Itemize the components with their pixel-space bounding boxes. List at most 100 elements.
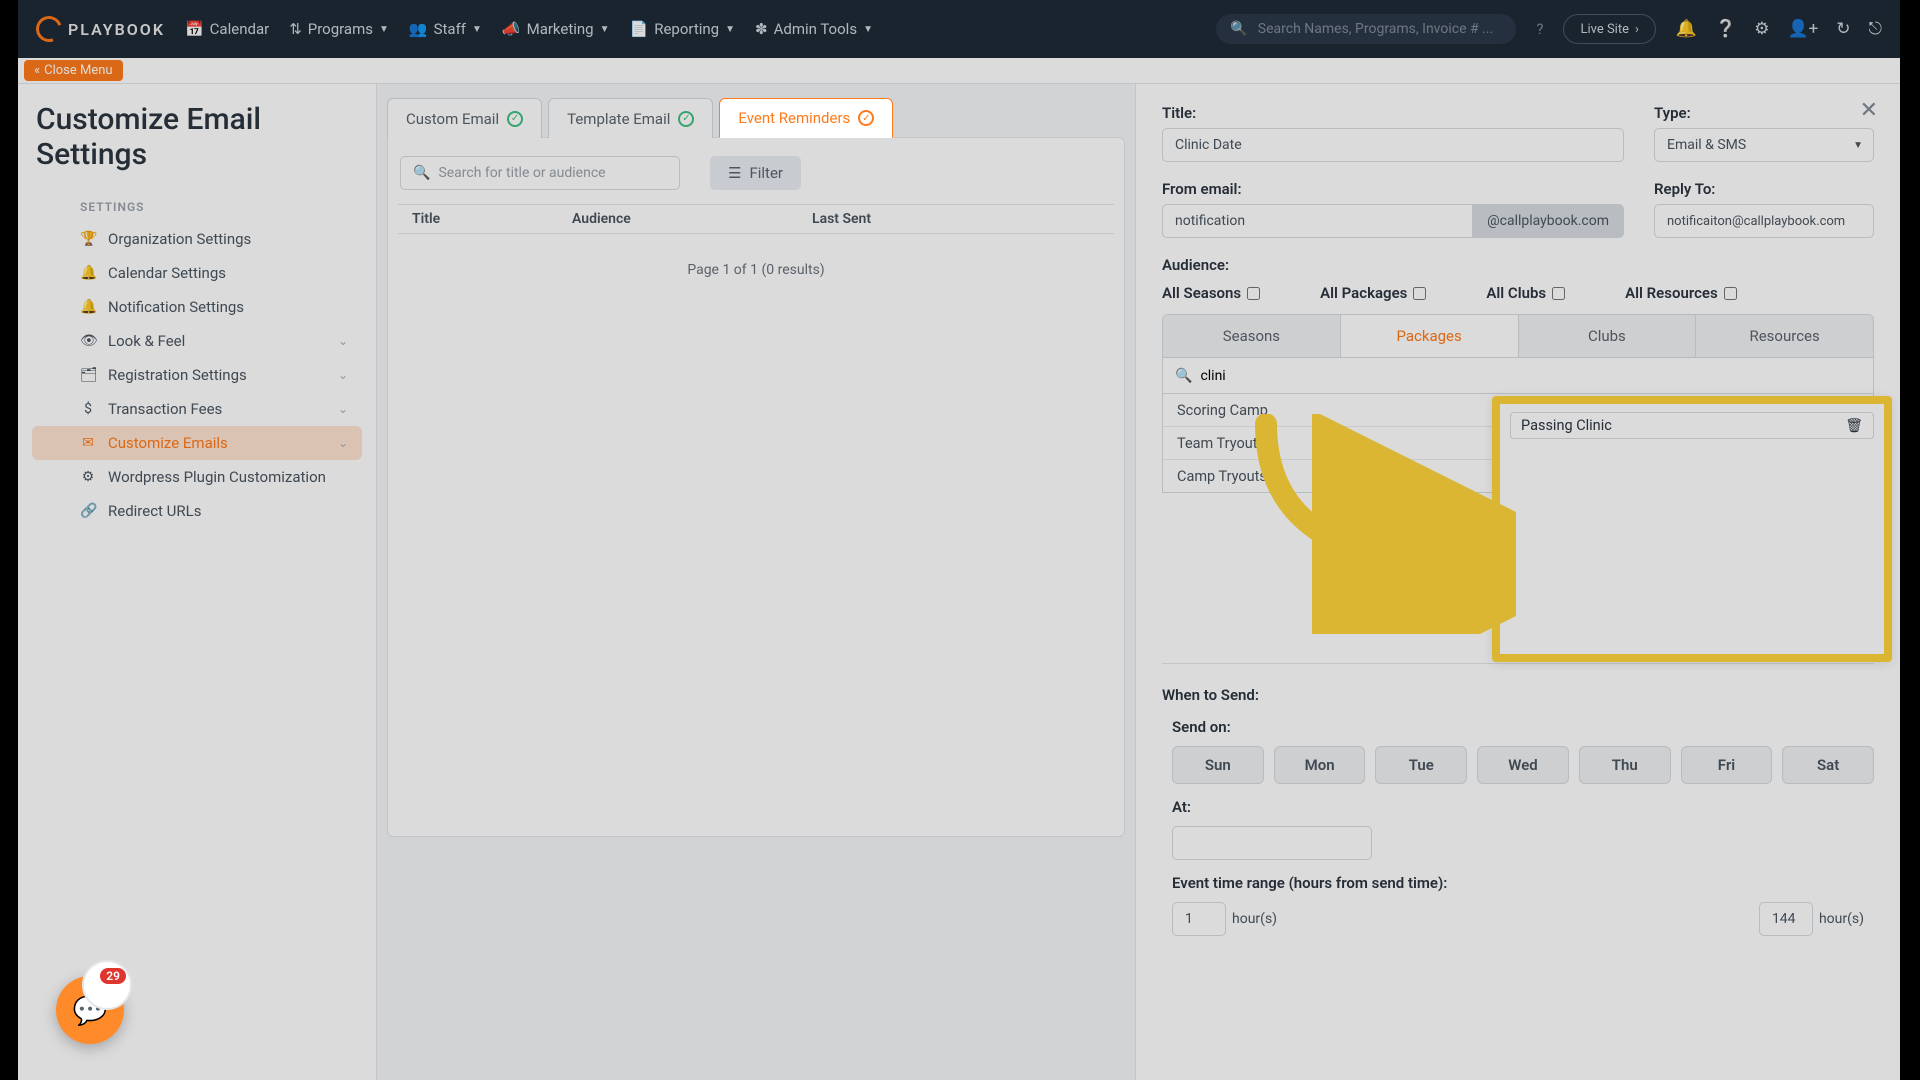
history-icon[interactable]: ↻ [1836,19,1850,39]
checkbox[interactable] [1247,287,1260,300]
audience-tab-resources[interactable]: Resources [1696,315,1873,357]
page-title: Customize Email Settings [32,102,362,172]
title-input[interactable] [1162,128,1624,162]
add-user-icon[interactable]: 👤+ [1787,19,1818,39]
bell-icon[interactable]: 🔔 [1676,19,1697,39]
email-type-tabs: Custom Email✓Template Email✓Event Remind… [377,84,1135,138]
title-label: Title: [1162,104,1624,122]
day-button-sat[interactable]: Sat [1782,746,1874,784]
range-to-input[interactable] [1759,902,1813,936]
check-circle-icon: ✓ [858,110,874,126]
nav-programs[interactable]: ⇅ Programs▼ [289,20,389,38]
audience-search[interactable]: 🔍 [1162,358,1874,394]
logout-icon[interactable]: ⎋ [1869,19,1882,39]
day-button-wed[interactable]: Wed [1477,746,1569,784]
sidebar-item-look-&-feel[interactable]: 👁Look & Feel⌄ [32,324,362,358]
audience-tab-seasons[interactable]: Seasons [1163,315,1341,357]
day-button-thu[interactable]: Thu [1579,746,1671,784]
from-email-input[interactable] [1162,204,1473,238]
send-on-label: Send on: [1172,718,1874,736]
at-time-input[interactable] [1172,826,1372,860]
brand-logo[interactable]: PLAYBOOK [36,16,165,42]
audience-check-all-clubs[interactable]: All Clubs [1486,284,1565,302]
day-button-tue[interactable]: Tue [1375,746,1467,784]
sidebar-item-wordpress-plugin-customization[interactable]: ⚙ Wordpress Plugin Customization [32,460,362,494]
gear-icon[interactable]: ⚙ [1754,19,1769,39]
type-label: Type: [1654,104,1874,122]
sidebar-icon: $ [80,401,96,417]
range-from-input[interactable] [1172,902,1226,936]
nav-staff[interactable]: 👥 Staff▼ [409,20,482,38]
sidebar-item-transaction-fees[interactable]: $Transaction Fees⌄ [32,392,362,426]
audience-tab-clubs[interactable]: Clubs [1519,315,1697,357]
tab-event-reminders[interactable]: Event Reminders✓ [719,98,893,138]
sidebar-item-label: Calendar Settings [108,264,226,282]
live-site-button[interactable]: Live Site › [1563,14,1655,44]
sidebar-icon: 🔗 [80,503,96,519]
time-range-label: Event time range (hours from send time): [1172,874,1874,892]
chat-widget[interactable]: 29 💬 [56,976,124,1044]
pager-text: Page 1 of 1 (0 results) [398,234,1114,306]
global-search[interactable]: 🔍 Search Names, Programs, Invoice # ... [1216,14,1516,44]
search-icon: 🔍 [1230,21,1247,37]
list-pane: Custom Email✓Template Email✓Event Remind… [377,84,1135,1080]
close-menu-button[interactable]: « Close Menu [24,60,123,81]
tab-template-email[interactable]: Template Email✓ [548,98,713,138]
nav-admin-tools[interactable]: ✽ Admin Tools▼ [755,20,873,38]
day-button-sun[interactable]: Sun [1172,746,1264,784]
list-search-input[interactable]: 🔍 Search for title or audience [400,156,680,190]
nav-reporting[interactable]: 📄 Reporting▼ [630,20,735,38]
checkbox[interactable] [1413,287,1426,300]
detail-pane: ✕ Title: Type: Email & SMS▼ [1135,84,1900,1080]
brand-text: PLAYBOOK [68,20,165,39]
day-button-fri[interactable]: Fri [1681,746,1773,784]
help-circle-icon[interactable]: ? [1536,20,1543,38]
trash-icon[interactable]: 🗑 [1845,418,1863,434]
selected-package-label: Passing Clinic [1521,417,1612,434]
sidebar-icon: 🔔 [80,265,96,281]
day-button-mon[interactable]: Mon [1274,746,1366,784]
filter-icon: ☰ [728,164,741,182]
sidebar-item-customize-emails[interactable]: ✉Customize Emails⌄ [32,426,362,460]
checkbox[interactable] [1552,287,1565,300]
nav-calendar[interactable]: 📅 Calendar [185,20,269,38]
chevron-down-icon: ⌄ [338,368,348,382]
sidebar-item-redirect-urls[interactable]: 🔗 Redirect URLs [32,494,362,528]
audience-check-all-seasons[interactable]: All Seasons [1162,284,1260,302]
reply-to-label: Reply To: [1654,180,1874,198]
sub-bar: « Close Menu [18,58,1900,84]
selected-package-row: Passing Clinic 🗑 [1510,412,1874,439]
tab-custom-email[interactable]: Custom Email✓ [387,98,542,138]
audience-check-all-packages[interactable]: All Packages [1320,284,1426,302]
checkbox[interactable] [1724,287,1737,300]
sidebar-item-calendar-settings[interactable]: 🔔 Calendar Settings [32,256,362,290]
check-circle-icon: ✓ [507,111,523,127]
sidebar-item-label: Registration Settings [108,366,247,384]
search-icon: 🔍 [1175,368,1192,384]
nav-marketing[interactable]: 📣 Marketing▼ [502,20,610,38]
audience-search-input[interactable] [1200,368,1861,384]
filter-button[interactable]: ☰ Filter [710,156,801,190]
sidebar-icon: ⚙ [80,469,96,485]
sidebar-item-registration-settings[interactable]: 🗂 Registration Settings ⌄ [32,358,362,392]
sidebar-icon: 🏆 [80,231,96,247]
reply-to-input[interactable] [1654,204,1874,238]
from-domain-addon: @callplaybook.com [1473,204,1624,238]
close-panel-icon[interactable]: ✕ [1860,98,1878,123]
top-navbar: PLAYBOOK 📅 Calendar ⇅ Programs▼ 👥 Staff▼… [18,0,1900,58]
audience-tab-packages[interactable]: Packages [1341,315,1519,357]
sidebar-icon: 🗂 [80,367,96,383]
sidebar-item-label: Redirect URLs [108,502,201,520]
help-icon[interactable]: ❔ [1715,19,1736,39]
sidebar-item-label: Look & Feel [108,332,185,350]
type-select[interactable]: Email & SMS▼ [1654,128,1874,162]
sidebar-icon: 🔔 [80,299,96,315]
sidebar-item-notification-settings[interactable]: 🔔 Notification Settings [32,290,362,324]
sidebar-item-label: Notification Settings [108,298,244,316]
sidebar-section-label: SETTINGS [32,200,362,214]
sidebar-item-organization-settings[interactable]: 🏆Organization Settings [32,222,362,256]
chevron-down-icon: ⌄ [338,334,348,348]
audience-check-all-resources[interactable]: All Resources [1625,284,1737,302]
col-last-sent: Last Sent [812,211,1100,227]
sidebar-item-label: Wordpress Plugin Customization [108,468,326,486]
